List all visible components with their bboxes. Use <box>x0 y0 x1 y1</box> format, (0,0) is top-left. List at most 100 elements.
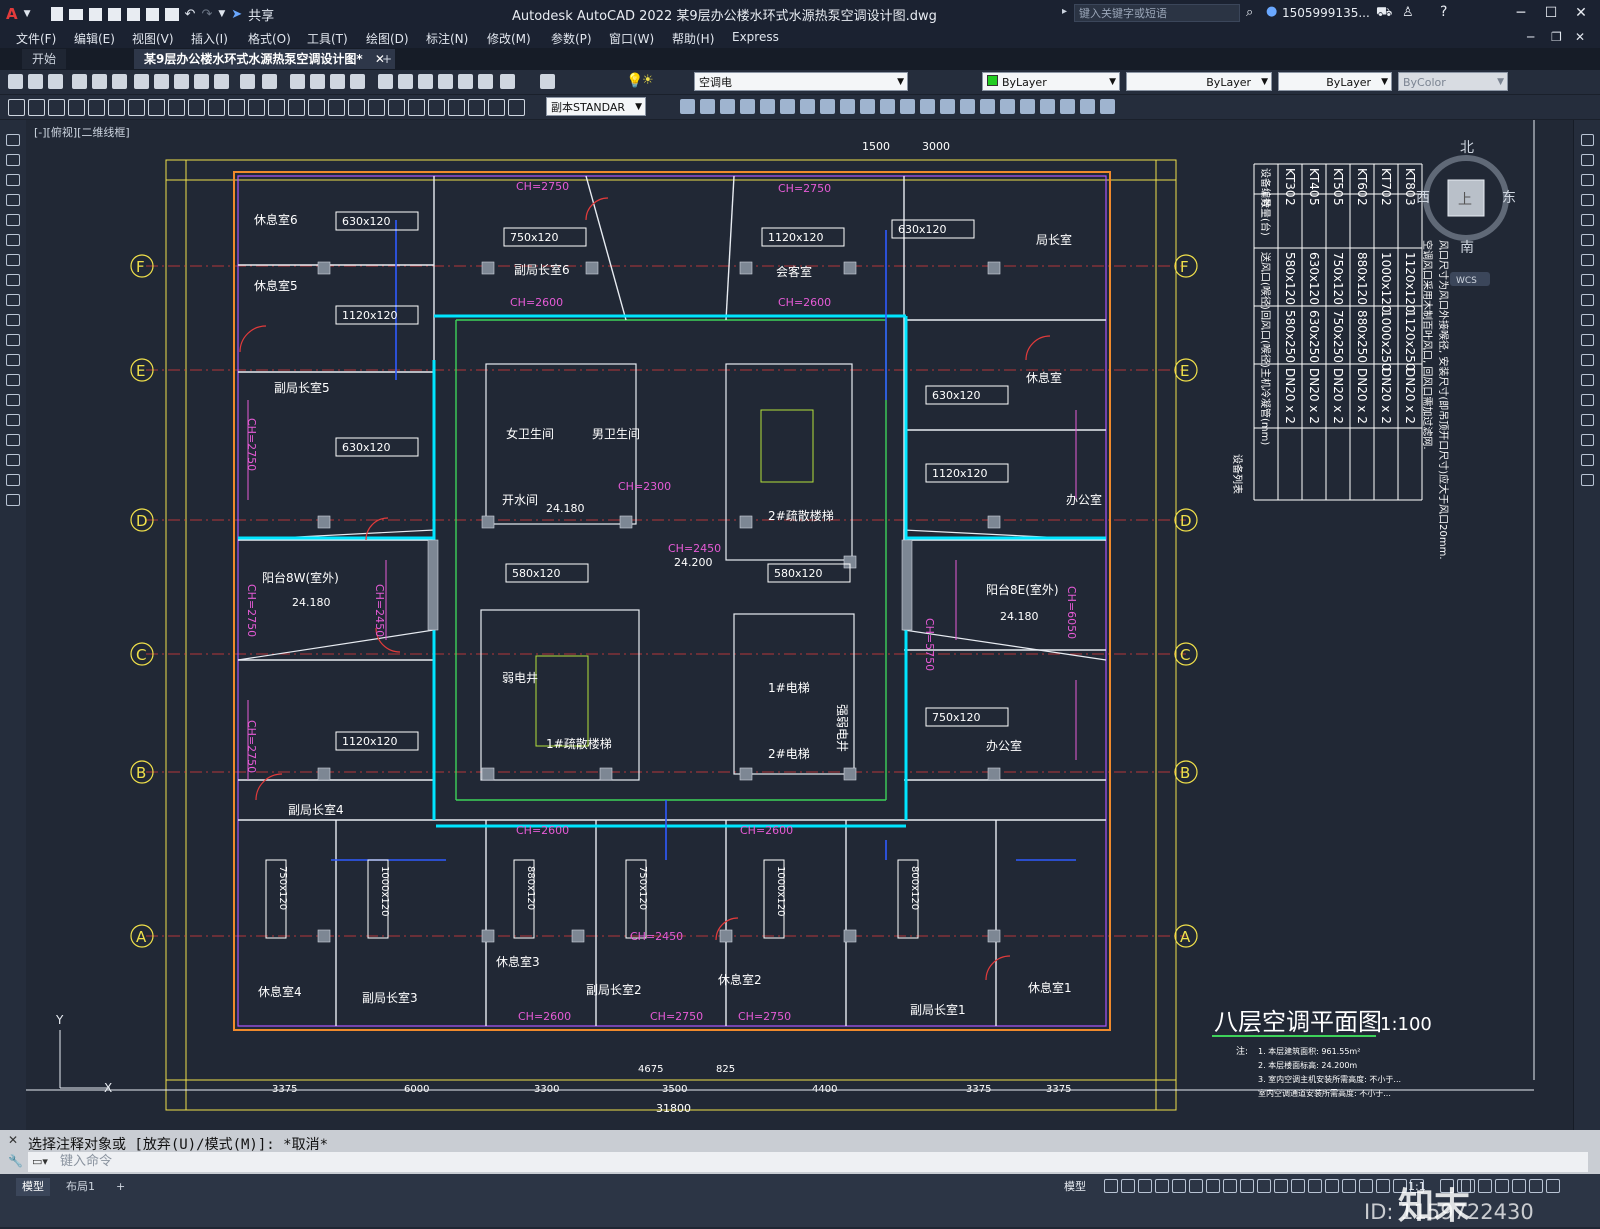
plot-icon[interactable] <box>164 7 179 21</box>
dimension-tool-12-icon[interactable] <box>228 99 245 116</box>
selection-filter-icon[interactable] <box>1342 1179 1356 1193</box>
search-input[interactable]: 键入关键字或短语 <box>1074 4 1240 22</box>
design-center-icon[interactable] <box>398 74 413 89</box>
dimension-tool-9-icon[interactable] <box>168 99 185 116</box>
user-account-label[interactable]: 1505999135... <box>1282 6 1370 20</box>
dimension-tool-2-icon[interactable] <box>28 99 45 116</box>
annotation-visibility-icon[interactable] <box>1376 1179 1390 1193</box>
hatch-tool-icon[interactable] <box>6 394 20 406</box>
dimension-tool-23-icon[interactable] <box>448 99 465 116</box>
pan-icon[interactable] <box>290 74 305 89</box>
erase-tool-icon[interactable] <box>1581 134 1594 146</box>
view-tool-2-icon[interactable] <box>700 99 715 114</box>
offset-tool-icon[interactable] <box>1581 194 1594 206</box>
redo-icon[interactable] <box>262 74 277 89</box>
dynamic-input-icon[interactable] <box>1155 1179 1169 1193</box>
publish-icon[interactable] <box>112 74 127 89</box>
menu-window[interactable]: 窗口(W) <box>609 30 654 47</box>
cut-icon[interactable] <box>134 74 149 89</box>
plot-icon[interactable] <box>72 74 87 89</box>
command-customize-icon[interactable]: 🔧 <box>8 1154 23 1168</box>
zoom-window-icon[interactable] <box>330 74 345 89</box>
move-tool-icon[interactable] <box>1581 234 1594 246</box>
doc-minimize-icon[interactable]: ─ <box>1527 30 1534 44</box>
hardware-accel-icon[interactable] <box>1512 1179 1526 1193</box>
view-tool-15-icon[interactable] <box>960 99 975 114</box>
autodesk-a360-icon[interactable]: ♙ <box>1402 5 1414 20</box>
dimension-tool-26-icon[interactable] <box>508 99 525 116</box>
circle-tool-icon[interactable] <box>6 234 20 246</box>
save-icon[interactable] <box>48 74 63 89</box>
dimension-tool-25-icon[interactable] <box>488 99 505 116</box>
lock-ui-icon[interactable] <box>1478 1179 1492 1193</box>
view-tool-10-icon[interactable] <box>860 99 875 114</box>
dimension-tool-15-icon[interactable] <box>288 99 305 116</box>
region-tool-icon[interactable] <box>6 434 20 446</box>
view-tool-22-icon[interactable] <box>1100 99 1115 114</box>
tab-add-layout[interactable]: + <box>110 1178 131 1196</box>
dimension-tool-16-icon[interactable] <box>308 99 325 116</box>
menu-draw[interactable]: 绘图(D) <box>366 30 409 47</box>
preview-icon[interactable] <box>92 74 107 89</box>
polyline-tool-icon[interactable] <box>6 154 20 166</box>
undo-icon[interactable] <box>240 74 255 89</box>
menu-format[interactable]: 格式(O) <box>248 30 291 47</box>
view-tool-5-icon[interactable] <box>760 99 775 114</box>
open-web-icon[interactable] <box>126 7 140 21</box>
view-tool-1-icon[interactable] <box>680 99 695 114</box>
dimension-tool-1-icon[interactable] <box>8 99 25 116</box>
rotate-tool-icon[interactable] <box>1581 254 1594 266</box>
customize-qa-icon[interactable]: ▼ <box>218 9 225 19</box>
paste-icon[interactable] <box>174 74 189 89</box>
doc-restore-icon[interactable]: ❐ <box>1551 30 1562 44</box>
break-at-point-tool-icon[interactable] <box>1581 354 1594 366</box>
layer-on-icon[interactable]: 💡 <box>626 73 643 89</box>
redo-icon[interactable]: ↷ <box>201 7 212 22</box>
sheet-set-icon[interactable] <box>438 74 453 89</box>
line-tool-icon[interactable] <box>6 134 20 146</box>
view-tool-18-icon[interactable] <box>1020 99 1035 114</box>
snap-icon[interactable] <box>1121 1179 1135 1193</box>
menu-file[interactable]: 文件(F) <box>16 30 56 47</box>
match-prop-icon[interactable] <box>194 74 209 89</box>
spline-tool-icon[interactable] <box>6 274 20 286</box>
zoom-previous-icon[interactable] <box>350 74 365 89</box>
cart-icon[interactable]: ⛟ <box>1376 5 1392 22</box>
menu-modify[interactable]: 修改(M) <box>487 30 531 47</box>
open-file-icon[interactable] <box>68 8 83 20</box>
ellipse-tool-icon[interactable] <box>6 294 20 306</box>
dimension-tool-5-icon[interactable] <box>88 99 105 116</box>
layer-dropdown[interactable]: 空调电 ▼ <box>694 72 908 91</box>
view-tool-4-icon[interactable] <box>740 99 755 114</box>
dimension-tool-8-icon[interactable] <box>148 99 165 116</box>
share-button[interactable]: 共享 <box>248 5 274 24</box>
dimstyle-dropdown[interactable]: 副本STANDAR ▼ <box>546 97 646 116</box>
view-tool-19-icon[interactable] <box>1040 99 1055 114</box>
isodraft-icon[interactable] <box>1206 1179 1220 1193</box>
tab-start[interactable]: 开始 <box>22 49 67 69</box>
menu-dimension[interactable]: 标注(N) <box>426 30 468 47</box>
polar-icon[interactable] <box>1189 1179 1203 1193</box>
gradient-tool-icon[interactable] <box>6 414 20 426</box>
customize-icon[interactable] <box>1546 1179 1560 1193</box>
tab-active-drawing[interactable]: 某9层办公楼水环式水源热泵空调设计图* ✕ <box>134 49 395 69</box>
grid-icon[interactable] <box>1104 1179 1118 1193</box>
insert-block-tool-icon[interactable] <box>6 334 20 346</box>
isolate-icon[interactable] <box>1495 1179 1509 1193</box>
view-tool-3-icon[interactable] <box>720 99 735 114</box>
polygon-tool-icon[interactable] <box>6 174 20 186</box>
dimension-tool-24-icon[interactable] <box>468 99 485 116</box>
point-tool-icon[interactable] <box>6 374 20 386</box>
properties-icon[interactable] <box>378 74 393 89</box>
dimension-tool-22-icon[interactable] <box>428 99 445 116</box>
command-input[interactable]: 键入命令 <box>28 1152 1588 1172</box>
tab-add-button[interactable]: + <box>372 49 402 69</box>
dimension-tool-4-icon[interactable] <box>68 99 85 116</box>
mirror-tool-icon[interactable] <box>1581 174 1594 186</box>
join-tool-icon[interactable] <box>1581 394 1594 406</box>
share-icon[interactable]: ➤ <box>231 7 242 22</box>
scale-tool-icon[interactable] <box>1581 274 1594 286</box>
tool-palettes-icon[interactable] <box>418 74 433 89</box>
explode-tool-icon[interactable] <box>1581 474 1594 486</box>
infer-icon[interactable] <box>1138 1179 1152 1193</box>
